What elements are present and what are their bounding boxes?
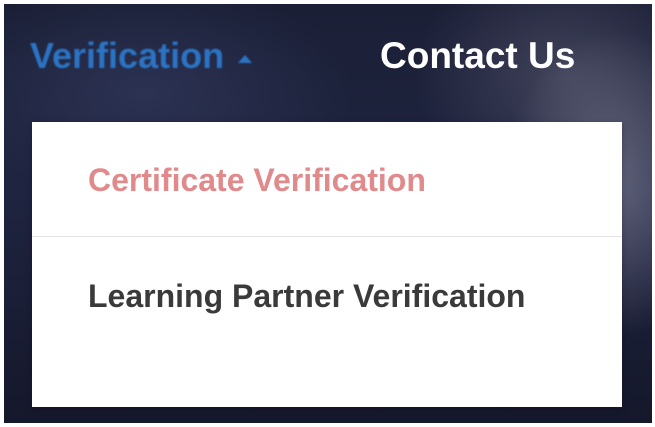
page: Verification Contact Us Certificate Veri… <box>0 0 655 427</box>
menu-item-certificate-verification[interactable]: Certificate Verification <box>88 152 426 208</box>
top-navigation: Verification Contact Us <box>0 0 655 110</box>
nav-item-verification-label: Verification <box>30 35 225 76</box>
caret-up-icon <box>238 55 253 63</box>
nav-item-verification[interactable]: Verification <box>30 30 253 82</box>
menu-divider <box>32 236 622 237</box>
menu-item-learning-partner-verification[interactable]: Learning Partner Verification <box>88 268 558 324</box>
verification-dropdown-menu: Certificate Verification Learning Partne… <box>32 122 622 407</box>
nav-item-contact-us[interactable]: Contact Us <box>380 30 575 82</box>
